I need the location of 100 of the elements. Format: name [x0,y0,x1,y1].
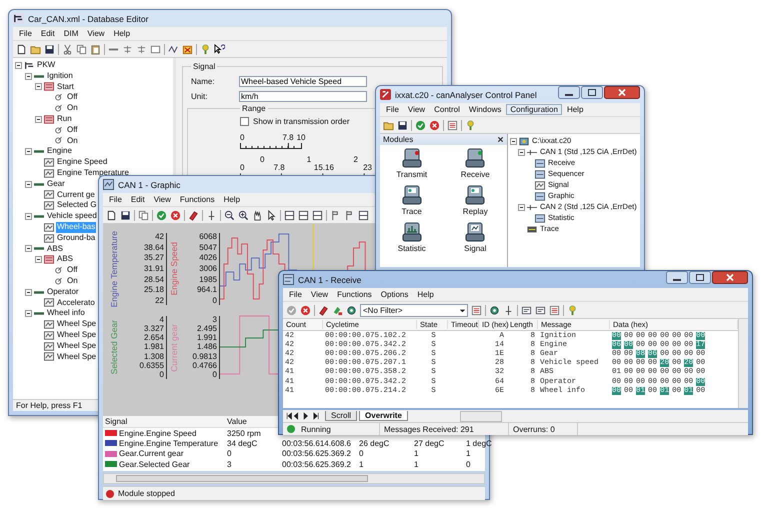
new-file-icon[interactable] [106,210,117,220]
list-icon[interactable] [471,304,482,316]
tree-item[interactable]: Engine [46,146,73,158]
module-icon[interactable] [465,222,486,242]
tree-item[interactable]: Current ge [56,190,96,200]
zoom-out-icon[interactable] [224,210,235,220]
pointer-icon[interactable] [266,210,277,220]
expander-icon[interactable] [25,245,32,252]
tree-item[interactable]: ABS [56,254,74,266]
menu-item[interactable]: Configuration [506,104,562,115]
expander-icon[interactable] [35,256,42,264]
close-icon[interactable] [497,136,504,143]
expander-icon[interactable] [35,83,42,90]
menu-item[interactable]: File [15,29,36,38]
checkbox[interactable] [240,116,249,126]
branch-icon[interactable] [136,44,147,54]
column-header[interactable]: Signal [103,417,225,426]
menu-item[interactable]: View [83,29,109,38]
menu-item[interactable]: File [105,195,126,204]
horizontal-scrollbar[interactable] [460,410,502,422]
window-icon[interactable] [150,44,161,54]
context-help-icon[interactable] [214,44,225,54]
expander-icon[interactable] [510,138,517,145]
expander-icon[interactable] [25,310,32,318]
horizontal-scrollbar[interactable] [103,473,485,484]
open-folder-icon[interactable] [383,120,394,130]
expander-icon[interactable] [25,180,32,188]
module-icon[interactable] [402,185,422,205]
tree-item[interactable]: Wheel Spe [56,330,98,341]
tab[interactable]: Overwrite [359,411,408,421]
help-icon[interactable] [200,44,211,54]
tree-item[interactable]: Accelerato [56,298,96,308]
tree-item[interactable]: On [66,276,79,287]
menu-item[interactable]: DIM [60,29,82,38]
menu-item[interactable]: Edit [36,29,59,38]
save-icon[interactable] [120,210,131,220]
check-circle-icon[interactable] [415,120,426,130]
tree-item[interactable]: Operator [46,286,80,298]
eraser-icon[interactable] [188,210,199,220]
module-icon[interactable] [465,148,486,168]
column-header[interactable]: Value [225,417,280,426]
tree-item[interactable]: On [66,103,79,114]
new-file-icon[interactable] [16,44,27,54]
hand-icon[interactable] [252,210,263,220]
menu-item[interactable]: Help [220,195,244,204]
minimize-button[interactable] [666,271,688,284]
tree-item[interactable]: ABS [46,244,64,254]
help-icon[interactable] [465,120,476,130]
menu-item[interactable]: Help [562,105,588,114]
unit-field[interactable]: km/h [239,91,367,102]
split-icon[interactable] [284,210,295,220]
help-icon[interactable] [567,304,578,316]
branch-icon[interactable] [122,44,133,54]
tree-item[interactable]: Vehicle speed [46,211,98,222]
stop-circle-icon[interactable] [429,120,440,130]
tree-item[interactable]: Off [66,92,79,104]
copy-icon[interactable] [76,44,87,54]
menu-item[interactable]: Functions [333,290,376,299]
tree-item[interactable]: Start [56,82,75,92]
cross-box-icon[interactable] [182,44,193,54]
minimize-button[interactable] [558,86,580,99]
menu-item[interactable]: View [306,290,332,299]
maximize-button[interactable] [689,271,711,284]
tree-item[interactable]: Engine Speed [56,157,108,168]
expander-icon[interactable] [35,116,42,123]
tree-item[interactable]: Wheel Spe [56,352,98,362]
tree-item[interactable]: Ground-ba [56,232,96,244]
expander-icon[interactable] [518,204,525,211]
module-icon[interactable] [402,222,422,242]
tree-item[interactable]: Ignition [46,70,74,82]
expander-icon[interactable] [25,213,32,220]
menu-item[interactable]: View [404,105,430,114]
expander-icon[interactable] [25,72,32,80]
close-button[interactable] [604,86,640,99]
expander-icon[interactable] [518,149,525,156]
marker-icon[interactable] [330,210,341,220]
menu-item[interactable]: Help [110,29,134,38]
split-icon[interactable] [298,210,309,220]
scissors-icon[interactable] [62,44,73,54]
tree-item[interactable]: Wheel Spe [56,319,98,330]
split-icon[interactable] [312,210,323,220]
menu-item[interactable]: Options [376,290,412,299]
list-icon[interactable] [447,120,458,130]
tree-item[interactable]: PKW [36,60,56,71]
check-circle-icon[interactable] [156,210,167,220]
copy-icon[interactable] [138,210,149,220]
open-folder-icon[interactable] [30,44,41,54]
vertical-scrollbar[interactable] [738,319,748,408]
tree-item[interactable]: On [66,136,79,146]
list-icon[interactable] [549,304,560,316]
menu-item[interactable]: Edit [126,195,149,204]
save-icon[interactable] [397,120,408,130]
stop-circle-icon[interactable] [170,210,181,220]
tree-item[interactable]: Run [56,114,73,125]
eraser-icon[interactable] [318,304,329,316]
menu-item[interactable]: Windows [464,105,506,114]
clipboard-icon[interactable] [90,44,101,54]
tree-item[interactable]: Selected G [56,200,98,212]
split-icon[interactable] [358,210,369,220]
menu-item[interactable]: File [382,105,403,114]
